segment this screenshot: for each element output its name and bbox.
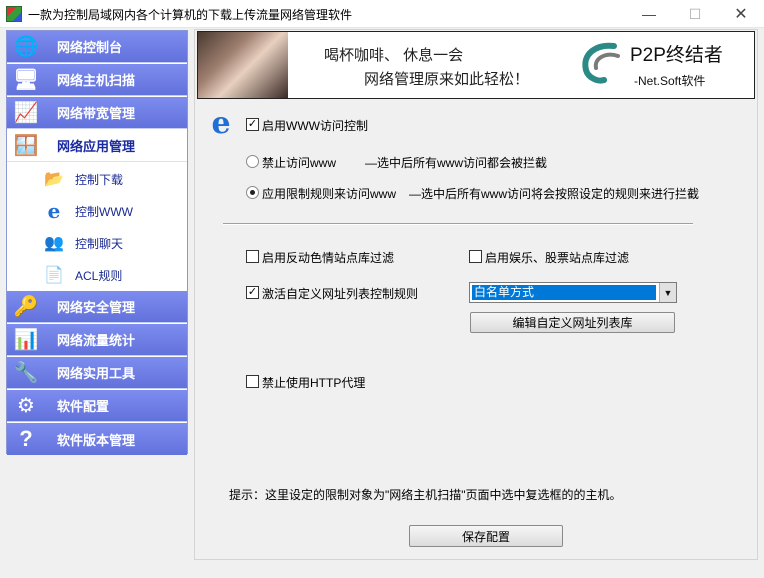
banner-slogan-1: 喝杯咖啡、 休息一会 [324, 47, 464, 64]
close-button[interactable]: ✕ [718, 0, 764, 28]
brand-subtitle: -Net.Soft软件 [634, 74, 706, 88]
subitem-label: 控制下载 [75, 172, 124, 187]
sidebar-item-label: 软件版本管理 [57, 432, 136, 448]
sidebar-item-console[interactable]: 🌐 网络控制台 [7, 31, 187, 63]
subitem-control-www[interactable]: e 控制WWW [7, 195, 187, 227]
rule-www-label: 应用限制规则来访问www [262, 187, 396, 201]
internet-explorer-icon: e [47, 199, 61, 223]
sidebar-item-label: 网络安全管理 [57, 300, 136, 315]
maximize-button[interactable]: ☐ [672, 0, 718, 28]
section-divider [223, 223, 693, 225]
edit-url-list-button[interactable]: 编辑自定义网址列表库 [470, 312, 675, 333]
banner: 喝杯咖啡、 休息一会 网络管理原来如此轻松！ P2P终结者 -Net.Soft软… [197, 31, 755, 99]
subitem-label: ACL规则 [75, 268, 123, 283]
sidebar-item-label: 软件配置 [57, 399, 110, 414]
subitem-label: 控制WWW [75, 204, 133, 219]
rule-www-radio[interactable] [246, 186, 259, 199]
sidebar-item-version[interactable]: ? 软件版本管理 [7, 423, 187, 455]
rule-www-description: —选中后所有www访问将会按照设定的规则来进行拦截 [409, 187, 699, 201]
reactionary-filter-label: 启用反动色情站点库过滤 [262, 251, 395, 265]
sidebar-item-label: 网络带宽管理 [57, 106, 136, 121]
ban-www-description: —选中后所有www访问都会被拦截 [365, 156, 547, 170]
sidebar-item-label: 网络流量统计 [57, 333, 136, 348]
ban-www-label: 禁止访问www [262, 156, 336, 170]
list-mode-value: 白名单方式 [472, 285, 656, 300]
window-title: 一款为控制局域网内各个计算机的下载上传流量网络管理软件 [28, 8, 353, 22]
document-icon: 📄 [44, 267, 64, 284]
banner-photo [198, 32, 288, 98]
globe-icon: 🌐 [13, 36, 39, 58]
entertainment-filter-checkbox[interactable] [469, 250, 482, 263]
enable-www-control-label: 启用WWW访问控制 [262, 119, 368, 133]
sidebar-item-traffic-stats[interactable]: 📊 网络流量统计 [7, 324, 187, 356]
list-mode-select[interactable]: 白名单方式 ▼ [469, 282, 677, 303]
entertainment-filter-label: 启用娱乐、股票站点库过滤 [485, 251, 630, 265]
minimize-button[interactable]: — [626, 0, 672, 28]
reactionary-filter-checkbox[interactable] [246, 250, 259, 263]
app-icon [6, 6, 22, 22]
sidebar-item-utilities[interactable]: 🔧 网络实用工具 [7, 357, 187, 389]
sidebar-item-label: 网络主机扫描 [57, 73, 136, 88]
title-bar: 一款为控制局域网内各个计算机的下载上传流量网络管理软件 — ☐ ✕ [0, 0, 764, 28]
brand-name: P2P终结者 [630, 45, 723, 66]
disable-http-proxy-label: 禁止使用HTTP代理 [262, 376, 366, 390]
main-panel: 喝杯咖啡、 休息一会 网络管理原来如此轻松！ P2P终结者 -Net.Soft软… [194, 29, 758, 560]
download-folder-icon: 📂 [44, 171, 64, 188]
chat-users-icon: 👥 [44, 235, 64, 252]
keys-icon: 🔑 [13, 296, 39, 318]
tools-icon: 🔧 [13, 362, 39, 384]
ban-www-radio[interactable] [246, 155, 259, 168]
sidebar-item-bandwidth[interactable]: 📈 网络带宽管理 [7, 97, 187, 129]
subitem-control-chat[interactable]: 👥 控制聊天 [7, 227, 187, 259]
banner-slogan-2: 网络管理原来如此轻松！ [364, 71, 530, 88]
help-icon: ? [19, 426, 33, 451]
internet-explorer-icon: e [211, 105, 231, 141]
sidebar-item-security[interactable]: 🔑 网络安全管理 [7, 291, 187, 323]
monitor-graph-icon: 📈 [13, 102, 39, 124]
sidebar-item-label: 网络应用管理 [57, 139, 136, 154]
sidebar-item-label: 网络实用工具 [57, 366, 136, 381]
save-config-button[interactable]: 保存配置 [409, 525, 563, 547]
subitem-acl-rules[interactable]: 📄 ACL规则 [7, 259, 187, 291]
brand-logo-icon [582, 42, 620, 84]
sidebar-item-label: 网络控制台 [57, 40, 123, 55]
disable-http-proxy-checkbox[interactable] [246, 375, 259, 388]
bar-chart-icon: 📊 [13, 329, 39, 351]
sidebar-nav: 🌐 网络控制台 🖥 网络主机扫描 📈 网络带宽管理 🪟 网络应用管理 📂 控制下… [6, 30, 188, 455]
sidebar-item-app-management[interactable]: 🪟 网络应用管理 [7, 130, 187, 162]
custom-url-list-label: 激活自定义网址列表控制规则 [262, 287, 419, 301]
config-icon: ⚙ [17, 395, 35, 417]
sidebar-item-host-scan[interactable]: 🖥 网络主机扫描 [7, 64, 187, 96]
tip-text: 提示：这里设定的限制对象为"网络主机扫描"页面中选中复选框的的主机。 [229, 488, 622, 502]
chevron-down-icon[interactable]: ▼ [659, 283, 676, 302]
computer-icon: 🖥 [13, 69, 39, 91]
subitem-control-download[interactable]: 📂 控制下载 [7, 163, 187, 195]
custom-url-list-checkbox[interactable]: ✓ [246, 286, 259, 299]
enable-www-control-checkbox[interactable]: ✓ [246, 118, 259, 131]
subitem-label: 控制聊天 [75, 236, 124, 251]
sidebar-item-config[interactable]: ⚙ 软件配置 [7, 390, 187, 422]
windows-icon: 🪟 [13, 135, 39, 157]
